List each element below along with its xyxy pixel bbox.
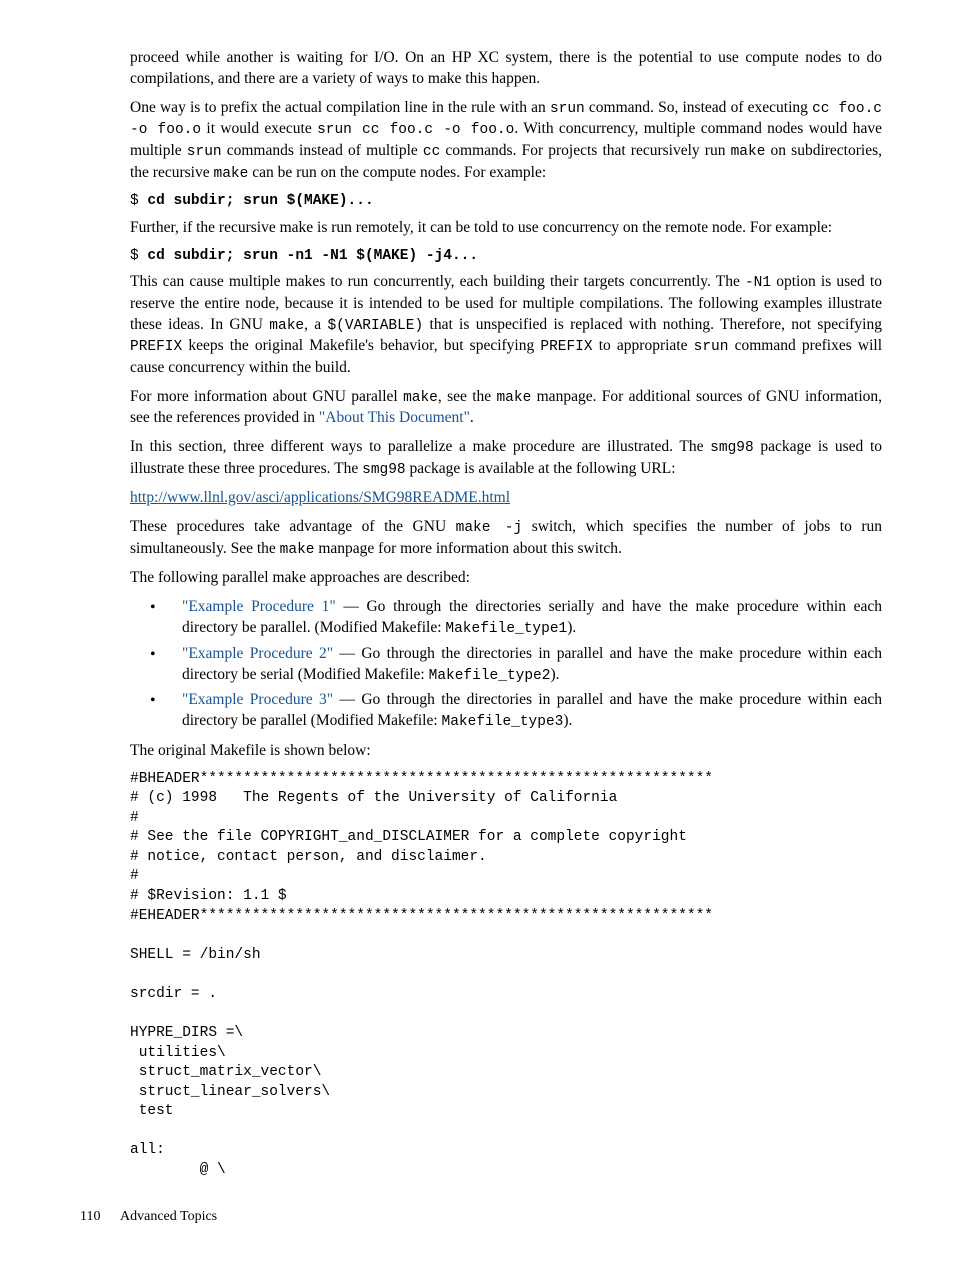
text: manpage for more information about this … bbox=[314, 540, 621, 557]
url-paragraph: http://www.llnl.gov/asci/applications/SM… bbox=[130, 488, 882, 509]
text: command. So, instead of executing bbox=[585, 99, 812, 116]
code-inline: make bbox=[280, 542, 315, 558]
text: it would execute bbox=[201, 120, 317, 137]
code-inline: srun bbox=[187, 144, 222, 160]
prompt: $ bbox=[130, 193, 147, 209]
text: In this section, three different ways to… bbox=[130, 438, 710, 455]
code-inline: make bbox=[403, 390, 438, 406]
list-item: "Example Procedure 1" — Go through the d… bbox=[130, 597, 882, 639]
text: ). bbox=[567, 619, 576, 636]
paragraph: The following parallel make approaches a… bbox=[130, 568, 882, 589]
command-line: $ cd subdir; srun -n1 -N1 $(MAKE) -j4... bbox=[130, 247, 882, 267]
prompt: $ bbox=[130, 248, 147, 264]
command-text: cd subdir; srun -n1 -N1 $(MAKE) -j4... bbox=[147, 248, 478, 264]
text: For more information about GNU parallel bbox=[130, 388, 403, 405]
page-content: proceed while another is waiting for I/O… bbox=[130, 48, 882, 1180]
code-inline: -N1 bbox=[745, 275, 771, 291]
code-inline: make -j bbox=[456, 520, 523, 536]
text: commands. For projects that recursively … bbox=[440, 142, 730, 159]
paragraph: This can cause multiple makes to run con… bbox=[130, 272, 882, 379]
example-procedure-2-link[interactable]: "Example Procedure 2" bbox=[182, 645, 333, 662]
code-inline: make bbox=[214, 166, 249, 182]
paragraph: For more information about GNU parallel … bbox=[130, 387, 882, 429]
code-inline: srun bbox=[694, 339, 729, 355]
code-inline: make bbox=[496, 390, 531, 406]
list-item: "Example Procedure 3" — Go through the d… bbox=[130, 690, 882, 732]
example-procedure-1-link[interactable]: "Example Procedure 1" bbox=[182, 598, 336, 615]
command-text: cd subdir; srun $(MAKE)... bbox=[147, 193, 373, 209]
code-inline: smg98 bbox=[362, 462, 406, 478]
list-item: "Example Procedure 2" — Go through the d… bbox=[130, 644, 882, 686]
text: package is available at the following UR… bbox=[406, 460, 676, 477]
text: These procedures take advantage of the G… bbox=[130, 518, 456, 535]
makefile-code-block: #BHEADER********************************… bbox=[130, 770, 882, 1181]
code-inline: Makefile_type3 bbox=[442, 714, 564, 730]
example-procedure-3-link[interactable]: "Example Procedure 3" bbox=[182, 691, 333, 708]
text: to appropriate bbox=[593, 337, 694, 354]
text: , see the bbox=[438, 388, 497, 405]
text: commands instead of multiple bbox=[222, 142, 423, 159]
code-inline: $(VARIABLE) bbox=[327, 318, 423, 334]
text: One way is to prefix the actual compilat… bbox=[130, 99, 550, 116]
text: , a bbox=[304, 316, 327, 333]
code-inline: make bbox=[731, 144, 766, 160]
footer-title: Advanced Topics bbox=[120, 1209, 217, 1224]
code-inline: cc bbox=[423, 144, 440, 160]
text: . bbox=[470, 409, 474, 426]
command-line: $ cd subdir; srun $(MAKE)... bbox=[130, 192, 882, 212]
code-inline: Makefile_type1 bbox=[445, 621, 567, 637]
about-document-link[interactable]: "About This Document" bbox=[319, 409, 470, 426]
code-inline: PREFIX bbox=[540, 339, 592, 355]
code-inline: make bbox=[269, 318, 304, 334]
page-number: 110 bbox=[80, 1208, 120, 1227]
paragraph: Further, if the recursive make is run re… bbox=[130, 218, 882, 239]
page-footer: 110Advanced Topics bbox=[80, 1208, 882, 1227]
text: can be run on the compute nodes. For exa… bbox=[248, 164, 546, 181]
text: keeps the original Makefile's behavior, … bbox=[182, 337, 540, 354]
text: This can cause multiple makes to run con… bbox=[130, 273, 745, 290]
procedure-list: "Example Procedure 1" — Go through the d… bbox=[130, 597, 882, 732]
text: ). bbox=[563, 712, 572, 729]
paragraph: In this section, three different ways to… bbox=[130, 437, 882, 480]
text: ). bbox=[550, 666, 559, 683]
code-inline: srun cc foo.c -o foo.o bbox=[317, 122, 514, 138]
code-inline: smg98 bbox=[710, 440, 754, 456]
paragraph: proceed while another is waiting for I/O… bbox=[130, 48, 882, 90]
text: that is unspecified is replaced with not… bbox=[423, 316, 882, 333]
paragraph: These procedures take advantage of the G… bbox=[130, 517, 882, 560]
smg98-url-link[interactable]: http://www.llnl.gov/asci/applications/SM… bbox=[130, 489, 510, 506]
code-inline: srun bbox=[550, 101, 585, 117]
paragraph: The original Makefile is shown below: bbox=[130, 741, 882, 762]
paragraph: One way is to prefix the actual compilat… bbox=[130, 98, 882, 184]
code-inline: PREFIX bbox=[130, 339, 182, 355]
code-inline: Makefile_type2 bbox=[429, 668, 551, 684]
